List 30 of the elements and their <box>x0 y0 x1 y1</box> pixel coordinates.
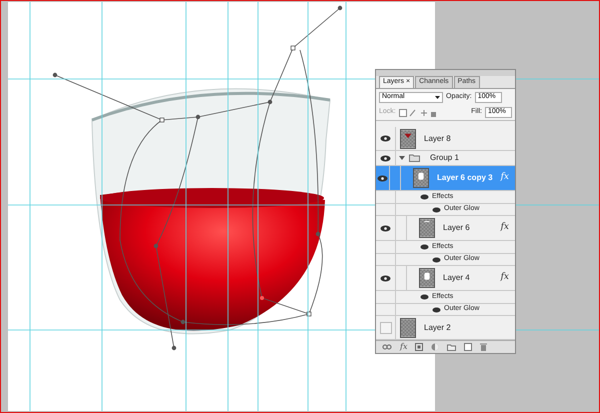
disclosure-triangle-icon[interactable] <box>399 155 405 161</box>
layer-name: Layer 6 copy 3 <box>436 172 493 184</box>
folder-icon <box>409 154 420 162</box>
group-name: Group 1 <box>430 152 459 164</box>
layer-row[interactable]: Layer 8 <box>376 127 515 151</box>
folder-icon[interactable] <box>447 344 456 350</box>
add-style-button[interactable]: fx <box>400 341 408 353</box>
group-row[interactable]: Group 1 <box>376 151 515 166</box>
layer-thumbnail <box>419 218 435 238</box>
layer-row[interactable]: Layer 4 fx <box>376 266 515 291</box>
layer-row[interactable]: Layer 2 <box>376 316 515 340</box>
fx-label: fx <box>500 221 509 234</box>
layer-row[interactable]: Layer 6 fx <box>376 216 515 241</box>
fx-label: fx <box>500 271 509 284</box>
layer-thumbnail <box>400 318 416 338</box>
layer-thumbnail <box>412 168 429 188</box>
layer-name: Layer 2 <box>424 322 451 334</box>
fx-label: fx <box>500 171 509 184</box>
layer-name: Layer 4 <box>443 272 470 284</box>
lock-buttons-icon[interactable] <box>398 108 437 116</box>
dropdown-arrow-icon[interactable] <box>435 96 440 98</box>
layer-thumbnail <box>419 268 435 288</box>
trash-icon[interactable] <box>480 343 488 351</box>
layer-name: Layer 8 <box>424 132 451 144</box>
link-icon[interactable] <box>382 344 392 350</box>
layer-thumbnail <box>400 128 416 148</box>
new-layer-icon[interactable] <box>464 343 472 351</box>
mask-icon[interactable] <box>415 343 424 351</box>
adjustment-icon[interactable] <box>431 343 440 351</box>
layer-name: Layer 6 <box>443 222 470 234</box>
